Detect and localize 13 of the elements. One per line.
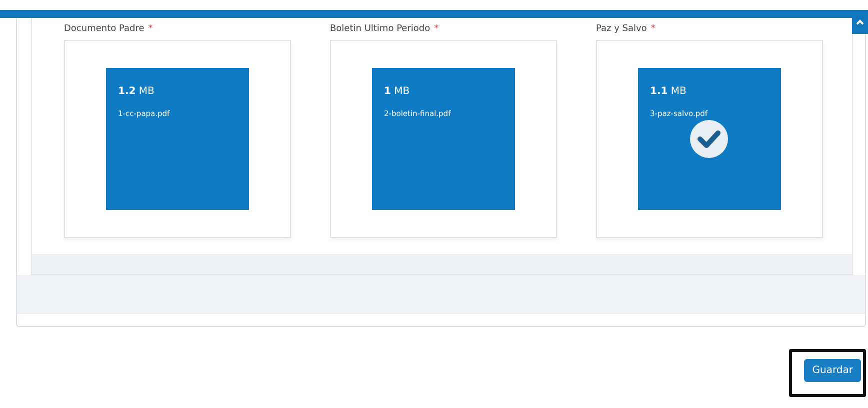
check-circle-icon [690,120,728,158]
file-size: 1 MB [384,86,411,97]
required-mark: * [650,24,656,34]
scroll-up-button[interactable] [852,10,868,34]
file-size: 1.2 MB [118,86,156,97]
required-mark: * [434,24,439,34]
save-button[interactable]: Guardar [804,359,861,382]
field-label: Documento Padre [64,24,144,34]
file-size: 1.1 MB [650,86,688,97]
chevron-up-icon [855,18,865,26]
field-label: Paz y Salvo [596,24,647,34]
required-mark: * [148,24,153,34]
field-label: Boletin Ultimo Periodo [330,24,430,34]
